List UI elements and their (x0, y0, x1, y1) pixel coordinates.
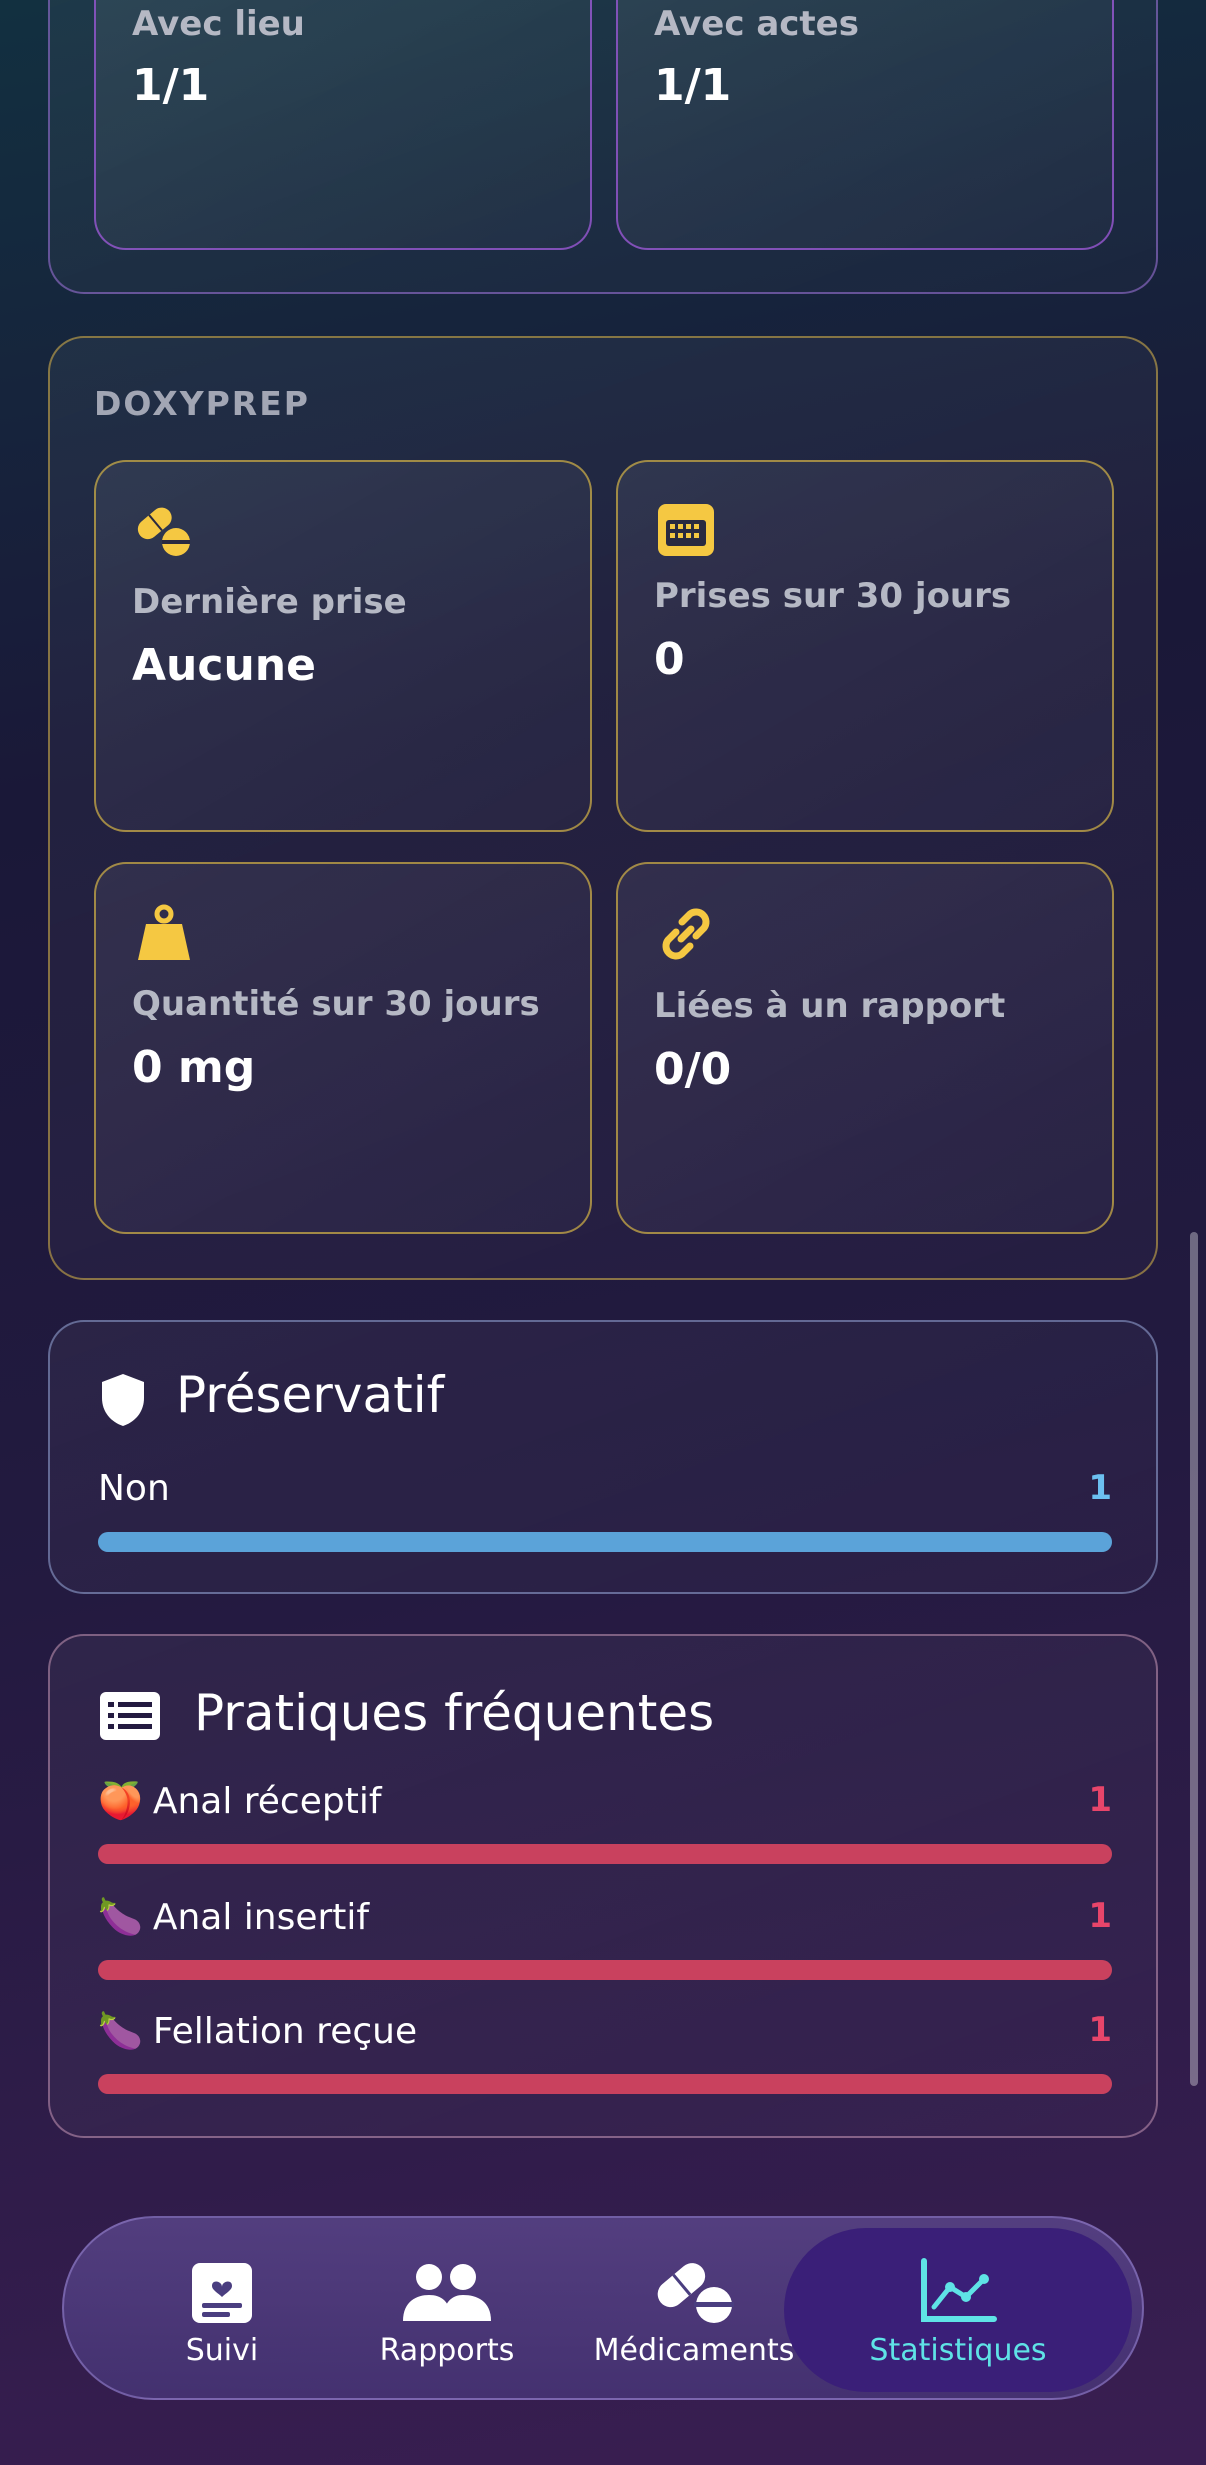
eggplant-icon: 🍆 (98, 2011, 143, 2052)
list-item: 🍆 Fellation reçue 1 (98, 2010, 1112, 2094)
doxy-card-value: 0/0 (654, 1044, 732, 1095)
tab-medicaments[interactable]: Médicaments (574, 2218, 814, 2402)
bar-count: 1 (1088, 1780, 1112, 1820)
bar-fill (98, 2074, 1112, 2094)
list-icon (100, 1692, 160, 1740)
bar-label: Anal insertif (152, 1896, 370, 1938)
section-label: DOXYPREP (94, 384, 310, 423)
link-icon (654, 902, 718, 966)
bar-fill (98, 1844, 1112, 1864)
bar-label: Non (98, 1468, 170, 1509)
preservatif-section: Préservatif Non 1 (48, 1320, 1158, 1594)
bar-count: 1 (1088, 2010, 1112, 2050)
stat-card-value: 1/1 (654, 60, 732, 111)
journal-icon (172, 2253, 272, 2325)
tab-statistiques[interactable]: Statistiques (784, 2228, 1132, 2392)
stat-card-label: Avec lieu (132, 4, 305, 44)
tab-label: Statistiques (869, 2332, 1047, 2368)
bar-track (98, 2074, 1112, 2094)
weight-icon (132, 902, 196, 966)
bar-count: 1 (1088, 1896, 1112, 1936)
tab-rapports[interactable]: Rapports (334, 2218, 560, 2402)
doxy-card-linked-report: Liées à un rapport 0/0 (616, 862, 1114, 1234)
doxy-card-quantity-30d: Quantité sur 30 jours 0 mg (94, 862, 592, 1234)
shield-icon (100, 1372, 146, 1428)
pills-icon (644, 2253, 744, 2325)
bar-label: Fellation reçue (152, 2010, 418, 2052)
stat-card-avec-lieu: Avec lieu 1/1 (94, 0, 592, 250)
chart-line-icon (908, 2253, 1008, 2325)
eggplant-icon: 🍆 (98, 1897, 143, 1938)
tab-label: Médicaments (593, 2332, 795, 2368)
doxy-card-label: Quantité sur 30 jours (132, 984, 540, 1024)
doxy-card-label: Dernière prise (132, 582, 407, 622)
tab-label: Suivi (185, 2332, 259, 2368)
section-title: Préservatif (176, 1366, 445, 1424)
bar-fill (98, 1960, 1112, 1980)
presence-stats-section: Avec lieu 1/1 Avec actes 1/1 (48, 0, 1158, 294)
tab-suivi[interactable]: Suivi (124, 2218, 320, 2402)
stat-card-avec-actes: Avec actes 1/1 (616, 0, 1114, 250)
doxy-card-last-dose: Dernière prise Aucune (94, 460, 592, 832)
bar-track (98, 1532, 1112, 1552)
doxy-card-value: 0 mg (132, 1042, 256, 1093)
list-item: Non 1 (98, 1468, 1112, 1552)
doxy-card-value: 0 (654, 634, 685, 685)
bar-track (98, 1844, 1112, 1864)
stat-card-value: 1/1 (132, 60, 210, 111)
pills-icon (132, 498, 196, 562)
users-icon (397, 2253, 497, 2325)
bar-track (98, 1960, 1112, 1980)
calendar-icon (654, 498, 718, 562)
list-item: 🍆 Anal insertif 1 (98, 1896, 1112, 1980)
stat-card-label: Avec actes (654, 4, 859, 44)
pratiques-section: Pratiques fréquentes 🍑 Anal réceptif 1 🍆… (48, 1634, 1158, 2138)
list-item: 🍑 Anal réceptif 1 (98, 1780, 1112, 1864)
bar-label: Anal réceptif (152, 1780, 382, 1822)
bar-fill (98, 1532, 1112, 1552)
doxyprep-section: DOXYPREP Dernière prise Aucune Prises su… (48, 336, 1158, 1280)
section-title: Pratiques fréquentes (194, 1684, 715, 1742)
doxy-card-value: Aucune (132, 640, 316, 691)
tab-label: Rapports (379, 2332, 515, 2368)
doxy-card-label: Prises sur 30 jours (654, 576, 1012, 616)
doxy-card-doses-30d: Prises sur 30 jours 0 (616, 460, 1114, 832)
bar-count: 1 (1088, 1468, 1112, 1508)
bottom-tab-bar: Suivi Rapports Médicaments Statistiques (62, 2216, 1144, 2400)
doxy-card-label: Liées à un rapport (654, 986, 1006, 1026)
peach-icon: 🍑 (98, 1781, 143, 1822)
scrollbar[interactable] (1190, 1232, 1198, 2086)
